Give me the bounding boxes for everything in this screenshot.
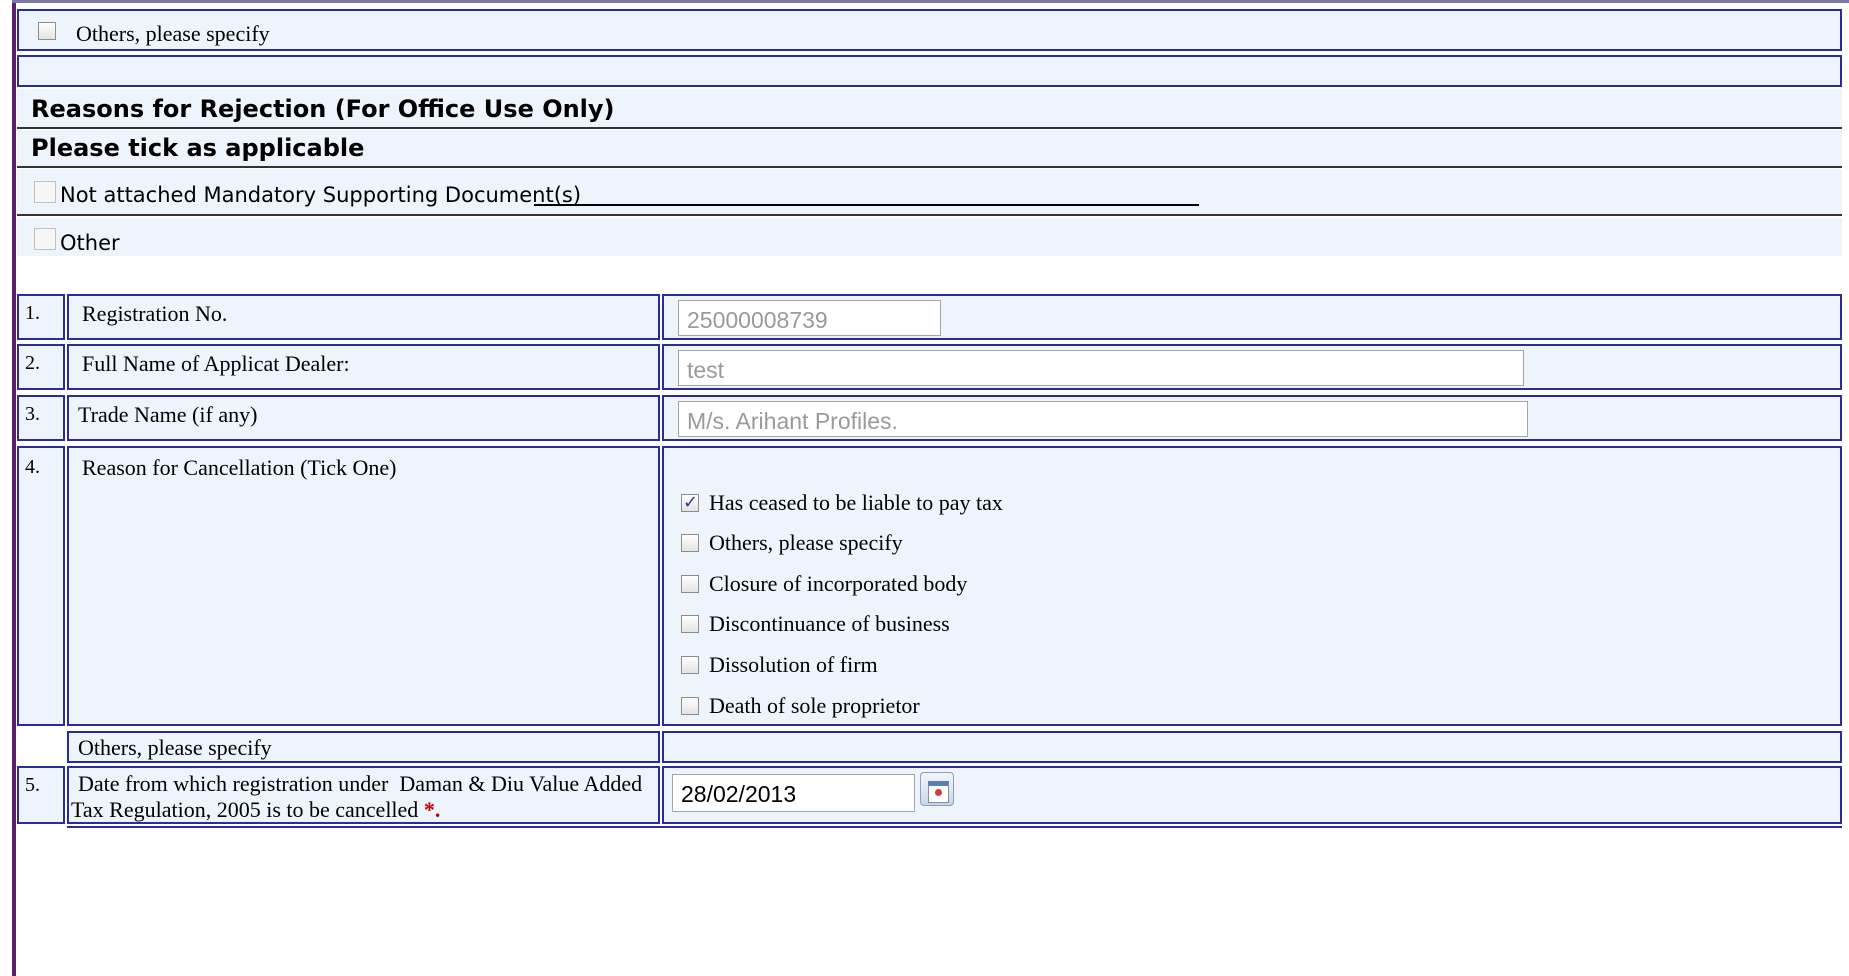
reason-option[interactable]: Dissolution of firm <box>681 652 878 678</box>
row3-value-cell: M/s. Arihant Profiles. <box>662 395 1842 441</box>
reason-checkbox-discontinuance[interactable] <box>681 615 699 633</box>
reason-checkbox-others[interactable] <box>681 534 699 552</box>
cancellation-date-input[interactable]: 28/02/2013 <box>672 774 915 812</box>
other-checkbox[interactable] <box>34 228 56 250</box>
rejection-header: Reasons for Rejection (For Office Use On… <box>17 89 1842 129</box>
reason-option[interactable]: Others, please specify <box>681 530 903 556</box>
row1-label: Registration No. <box>82 301 228 326</box>
tick-header: Please tick as applicable <box>17 130 1842 168</box>
reason-option[interactable]: Death of sole proprietor <box>681 693 920 719</box>
calendar-icon[interactable] <box>920 772 954 806</box>
row5-label-cell: Date from which registration under Daman… <box>67 766 660 824</box>
row1-value-cell: 25000008739 <box>662 294 1842 340</box>
row1-num-cell: 1. <box>17 294 65 340</box>
row3-label-cell: Trade Name (if any) <box>67 395 660 441</box>
reason-checkbox-closure[interactable] <box>681 575 699 593</box>
row3-label: Trade Name (if any) <box>78 402 258 427</box>
top-others-row: Others, please specify <box>17 9 1842 51</box>
row4-label: Reason for Cancellation (Tick One) <box>82 455 397 480</box>
row5-value-cell: 28/02/2013 <box>662 766 1842 824</box>
row5-number: 5. <box>25 774 40 796</box>
other-label: Other <box>60 231 120 255</box>
reason-option-label: Has ceased to be liable to pay tax <box>709 490 1003 515</box>
reason-checkbox-death[interactable] <box>681 697 699 715</box>
row2-number: 2. <box>25 352 40 374</box>
rejection-title: Reasons for Rejection (For Office Use On… <box>31 95 615 123</box>
reason-option-label: Discontinuance of business <box>709 611 950 636</box>
reason-checkbox-ceased[interactable] <box>681 492 699 513</box>
row4-label-cell: Reason for Cancellation (Tick One) <box>67 446 660 726</box>
top-others-checkbox[interactable] <box>38 22 56 40</box>
others-specify-label: Others, please specify <box>78 735 272 760</box>
row1-label-cell: Registration No. <box>67 294 660 340</box>
row5-num-cell: 5. <box>17 766 65 824</box>
reason-checkbox-dissolution[interactable] <box>681 656 699 674</box>
registration-no-input[interactable]: 25000008739 <box>678 300 941 336</box>
row4-number: 4. <box>25 456 40 478</box>
reason-option-label: Dissolution of firm <box>709 652 878 677</box>
row1-number: 1. <box>25 302 40 324</box>
row2-label: Full Name of Applicat Dealer: <box>82 351 350 376</box>
trade-name-input[interactable]: M/s. Arihant Profiles. <box>678 401 1528 437</box>
reason-option-label: Others, please specify <box>709 530 903 555</box>
row2-label-cell: Full Name of Applicat Dealer: <box>67 344 660 390</box>
empty-row <box>17 55 1842 87</box>
not-attached-label: Not attached Mandatory Supporting Docume… <box>60 183 582 207</box>
bottom-row-edge <box>67 826 1842 831</box>
dealer-name-input[interactable]: test <box>678 350 1524 386</box>
not-attached-checkbox[interactable] <box>34 181 56 203</box>
row4-options-cell: Has ceased to be liable to pay tax Other… <box>662 446 1842 726</box>
not-attached-row: Not attached Mandatory Supporting Docume… <box>17 169 1842 216</box>
required-marker: *. <box>423 797 441 822</box>
tick-subtitle: Please tick as applicable <box>31 134 365 162</box>
others-specify-value-cell <box>662 731 1842 763</box>
reason-option[interactable]: Closure of incorporated body <box>681 571 967 597</box>
others-specify-label-cell: Others, please specify <box>67 731 660 763</box>
row2-num-cell: 2. <box>17 344 65 390</box>
top-others-label: Others, please specify <box>76 21 270 46</box>
row3-number: 3. <box>25 403 40 425</box>
not-attached-underline <box>534 204 1199 206</box>
reason-option-label: Closure of incorporated body <box>709 571 968 596</box>
reason-option[interactable]: Has ceased to be liable to pay tax <box>681 490 1003 516</box>
other-row: Other <box>17 218 1842 256</box>
row5-label-line2: Tax Regulation, 2005 is to be cancelled … <box>71 797 441 822</box>
reason-option[interactable]: Discontinuance of business <box>681 611 950 637</box>
reason-option-label: Death of sole proprietor <box>709 693 920 718</box>
row5-label-line1: Date from which registration under Daman… <box>78 771 643 796</box>
row4-num-cell: 4. <box>17 446 65 726</box>
row2-value-cell: test <box>662 344 1842 390</box>
top-divider <box>12 0 1849 3</box>
row3-num-cell: 3. <box>17 395 65 441</box>
